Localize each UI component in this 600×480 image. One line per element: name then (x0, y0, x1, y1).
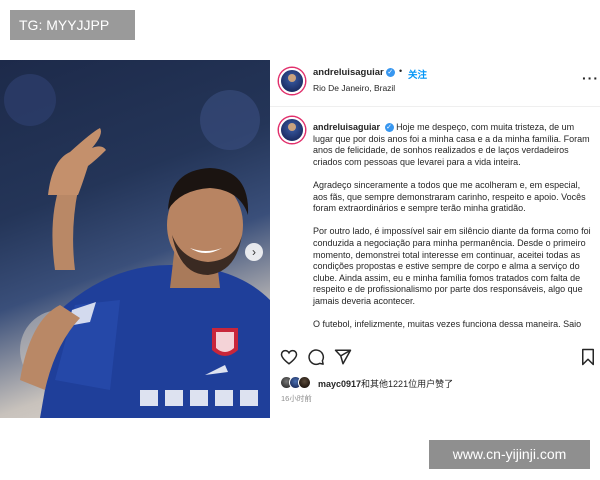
more-options-icon[interactable]: ··· (582, 70, 599, 86)
share-icon[interactable] (334, 348, 352, 366)
post-header: andreluisaguiar ✓ • 关注 Rio De Janeiro, Br… (270, 60, 600, 100)
username-text[interactable]: andreluisaguiar (313, 67, 384, 78)
caption-username[interactable]: andreluisaguiar (313, 122, 380, 132)
caption-paragraph: O futebol, infelizmente, muitas vezes fu… (313, 319, 582, 330)
avatar[interactable] (279, 68, 305, 94)
separator-dot: • (399, 66, 403, 76)
player-illustration (4, 74, 270, 418)
caption-paragraph: andreluisaguiar ✓ Hoje me despeço, com m… (313, 122, 593, 168)
post-username[interactable]: andreluisaguiar ✓ (313, 67, 395, 78)
caption-paragraph: Por outro lado, é impossível sair em sil… (313, 226, 591, 306)
follow-button[interactable]: 关注 (408, 67, 427, 81)
liker-username[interactable]: mayc0917 (318, 379, 361, 389)
watermark-top: TG: MYYJJPP (10, 10, 135, 40)
watermark-bottom: www.cn-yijinji.com (429, 440, 590, 469)
verified-icon: ✓ (385, 67, 395, 77)
likes-count-text: 和其他1221位用户赞了 (361, 379, 454, 389)
post-timestamp: 16小时前 (281, 394, 312, 403)
verified-icon: ✓ (384, 123, 394, 133)
post-caption: andreluisaguiar ✓ Hoje me despeço, com m… (313, 122, 593, 342)
liker-avatar (298, 376, 311, 389)
divider (270, 106, 600, 107)
action-bar (270, 348, 600, 370)
post-panel: andreluisaguiar ✓ • 关注 Rio De Janeiro, Br… (270, 60, 600, 418)
post-location[interactable]: Rio De Janeiro, Brazil (313, 83, 395, 93)
heart-icon[interactable] (280, 348, 298, 366)
next-image-button[interactable]: › (245, 243, 263, 261)
bookmark-icon[interactable] (580, 348, 596, 366)
post-photo[interactable]: › (0, 60, 270, 418)
caption-paragraph: Agradeço sinceramente a todos que me aco… (313, 179, 586, 214)
caption-avatar[interactable] (279, 117, 305, 143)
likes-summary[interactable]: mayc0917和其他1221位用户赞了 (318, 377, 453, 390)
comment-icon[interactable] (307, 348, 325, 366)
